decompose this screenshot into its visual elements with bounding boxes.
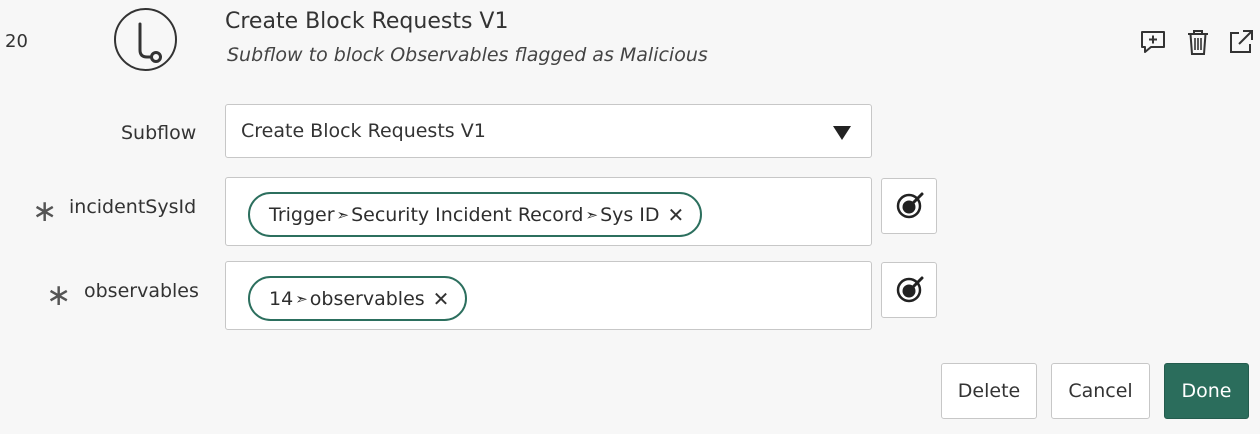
data-pill-picker-button[interactable] xyxy=(881,262,937,318)
close-icon[interactable]: ✕ xyxy=(433,287,450,311)
pill-segment: observables xyxy=(309,287,425,310)
step-subtitle: Subflow to block Observables flagged as … xyxy=(227,44,708,66)
chevron-down-icon xyxy=(833,126,851,140)
pill-segment: Sys ID xyxy=(600,203,660,226)
observables-label: observables xyxy=(84,280,199,302)
delete-button[interactable]: Delete xyxy=(941,363,1037,419)
data-pill-picker-button[interactable] xyxy=(881,178,937,234)
incident-sys-id-label: incidentSysId xyxy=(69,196,197,218)
external-link-icon[interactable] xyxy=(1226,27,1256,57)
pill-segment: Trigger xyxy=(269,203,335,226)
required-icon: ∗ xyxy=(32,194,58,229)
subflow-label: Subflow xyxy=(121,122,197,144)
pill-separator-icon: ➣ xyxy=(336,205,350,224)
subflow-icon xyxy=(114,8,177,71)
subflow-select-value: Create Block Requests V1 xyxy=(241,120,486,142)
subflow-select[interactable]: Create Block Requests V1 xyxy=(225,104,872,158)
pill-segment: Security Incident Record xyxy=(351,203,584,226)
required-icon: ∗ xyxy=(46,278,72,313)
cancel-button[interactable]: Cancel xyxy=(1051,363,1150,419)
done-button[interactable]: Done xyxy=(1164,363,1249,419)
pill-segment: 14 xyxy=(269,287,294,310)
close-icon[interactable]: ✕ xyxy=(668,203,685,227)
comment-plus-icon[interactable] xyxy=(1138,27,1168,57)
pill-separator-icon: ➣ xyxy=(585,205,599,224)
data-pill-picker-icon xyxy=(896,276,924,303)
data-pill-picker-icon xyxy=(896,192,924,219)
pill-separator-icon: ➣ xyxy=(295,289,308,308)
step-number: 20 xyxy=(5,31,28,52)
trash-icon[interactable] xyxy=(1183,27,1213,57)
incident-sys-id-input[interactable]: Trigger ➣ Security Incident Record ➣ Sys… xyxy=(225,177,872,246)
data-pill-incident[interactable]: Trigger ➣ Security Incident Record ➣ Sys… xyxy=(248,192,703,237)
data-pill-observables[interactable]: 14 ➣ observables ✕ xyxy=(248,276,468,321)
step-title: Create Block Requests V1 xyxy=(225,9,509,34)
observables-input[interactable]: 14 ➣ observables ✕ xyxy=(225,261,872,330)
